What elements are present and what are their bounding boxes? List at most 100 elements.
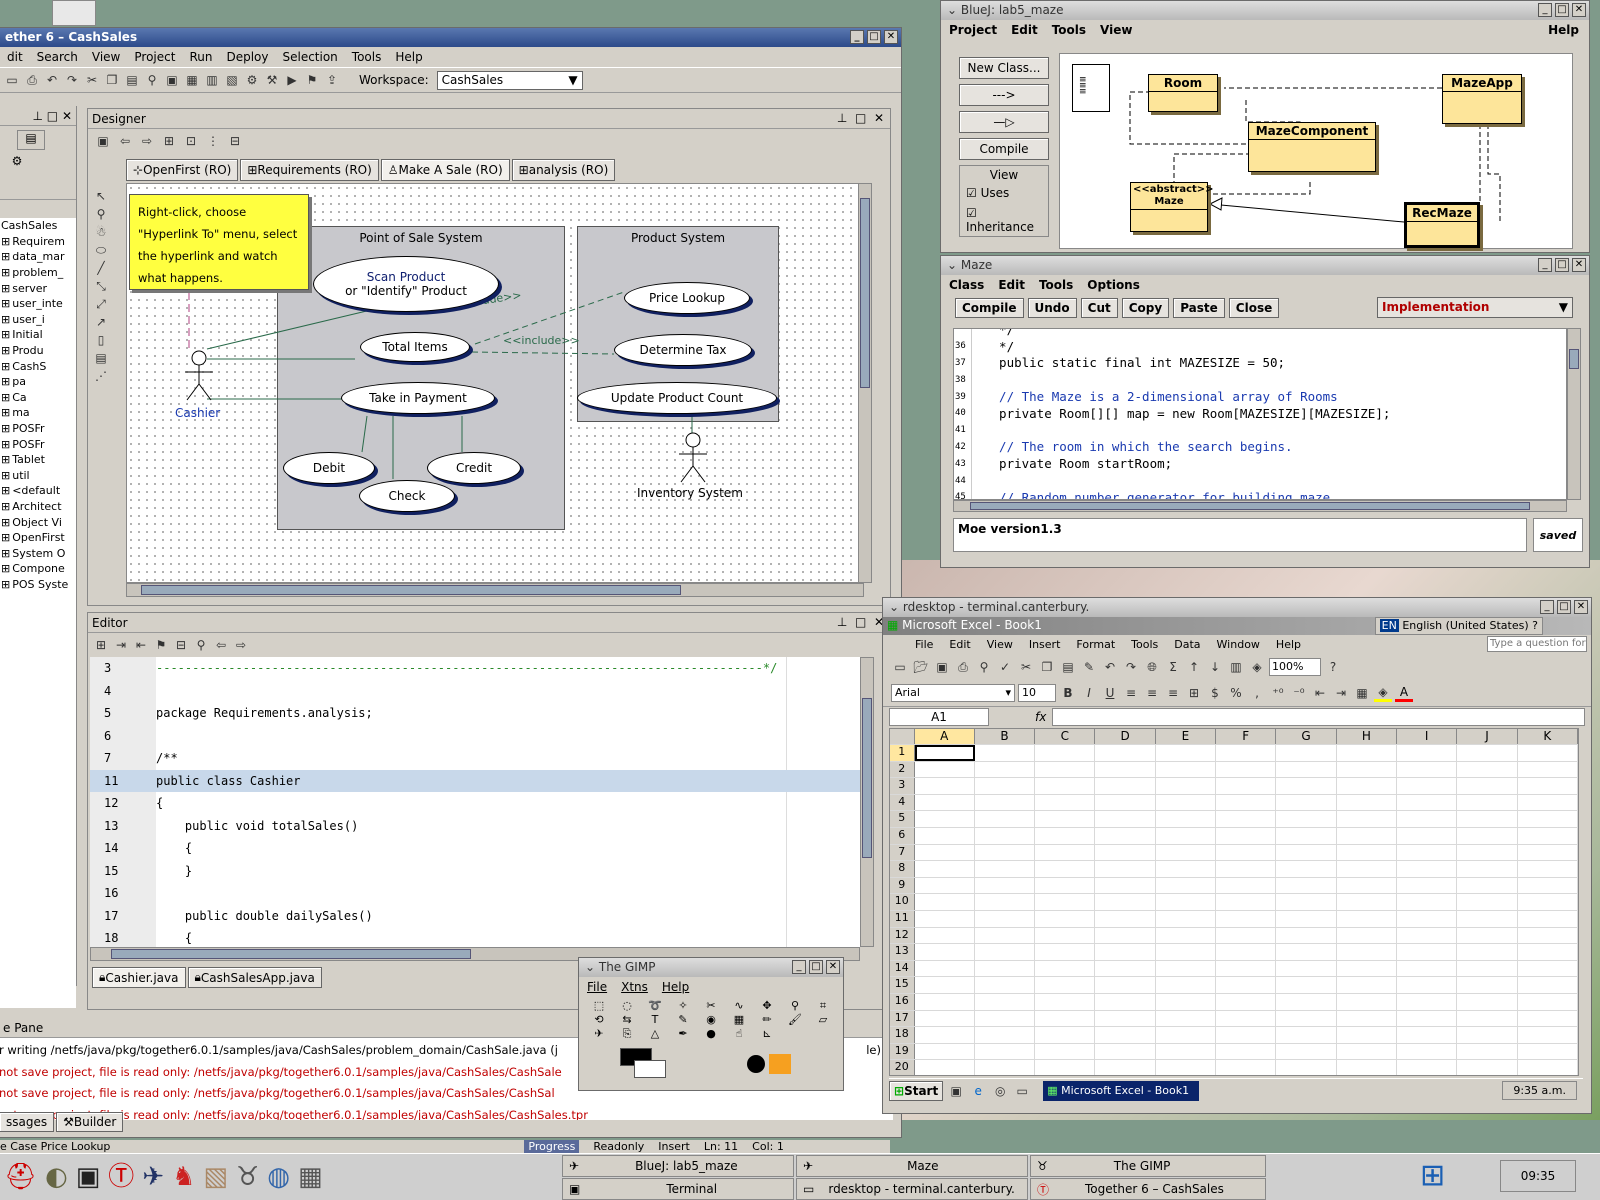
tree-item[interactable]: ⊞ data_mar — [1, 249, 76, 265]
forward-icon[interactable]: ⇨ — [138, 132, 156, 150]
cell[interactable] — [975, 1027, 1036, 1043]
designer-vscrollbar[interactable] — [858, 183, 872, 583]
cell[interactable] — [1397, 1010, 1458, 1027]
cell[interactable] — [1457, 977, 1518, 993]
bluej-icon[interactable]: ✈ — [142, 1158, 164, 1196]
spelling-icon[interactable]: ✓ — [996, 658, 1014, 676]
minimize-icon[interactable]: _ — [1538, 258, 1552, 272]
cell[interactable] — [1518, 977, 1578, 993]
maze-vscrollbar[interactable] — [1567, 328, 1581, 500]
cell[interactable] — [1035, 778, 1096, 794]
cell[interactable] — [1035, 745, 1096, 761]
row-header[interactable]: 1 — [890, 745, 915, 761]
cell[interactable] — [915, 1010, 975, 1027]
tab-make-a-sale[interactable]: ♙ Make A Sale (RO) — [380, 159, 510, 181]
maximize-icon[interactable]: □ — [855, 111, 866, 125]
italic-icon[interactable]: I — [1080, 684, 1098, 702]
code-line[interactable]: 42 // The room in which the search begin… — [954, 439, 1566, 456]
borders-icon[interactable]: ▦ — [1353, 684, 1371, 702]
menu-tools[interactable]: Tools — [1052, 23, 1086, 37]
cell[interactable] — [1518, 960, 1578, 977]
task-bluej[interactable]: ✈ BlueJ: lab5_maze — [562, 1155, 794, 1177]
code-line[interactable]: 14 { — [90, 837, 860, 860]
task-rdesktop[interactable]: ▭ rdesktop - terminal.canterbury. — [796, 1178, 1028, 1200]
cell[interactable] — [1095, 993, 1156, 1010]
cell[interactable] — [1518, 993, 1578, 1010]
cell[interactable] — [1276, 778, 1337, 794]
cell[interactable] — [1337, 1060, 1398, 1075]
cell[interactable] — [1156, 910, 1217, 927]
cell[interactable] — [1216, 877, 1277, 894]
brush-preview[interactable] — [746, 1047, 803, 1081]
cell[interactable] — [1095, 927, 1156, 944]
close-icon[interactable]: ✕ — [62, 109, 72, 123]
tab-analysis[interactable]: ⊞ analysis (RO) — [511, 159, 616, 181]
code-line[interactable]: 5 package Requirements.analysis; — [90, 702, 860, 725]
use-case-determine-tax[interactable]: Determine Tax — [614, 334, 752, 366]
cell[interactable] — [1216, 977, 1277, 993]
code-line[interactable]: 45 // Random number generator for buildi… — [954, 489, 1566, 499]
menu-view[interactable]: View — [1100, 23, 1132, 37]
cell[interactable] — [1518, 794, 1578, 811]
row-header[interactable]: 5 — [890, 811, 915, 827]
code-line[interactable]: 6 — [90, 725, 860, 748]
workspace-select[interactable]: CashSales ▼ — [436, 70, 583, 90]
cell[interactable] — [975, 761, 1036, 778]
system-icon[interactable]: ▯ — [92, 331, 110, 349]
pin-icon[interactable]: ⊥ — [837, 615, 847, 629]
cell[interactable] — [1095, 894, 1156, 910]
tree-item[interactable]: ⊞ problem_ — [1, 265, 76, 281]
tree-item[interactable]: ⊞ <default — [1, 483, 76, 499]
code-line[interactable]: 37 public static final int MAZESIZE = 50… — [954, 355, 1566, 372]
cell[interactable] — [1518, 761, 1578, 778]
bluej-titlebar[interactable]: ⌄ BlueJ: lab5_maze _ □ ✕ — [941, 1, 1589, 20]
paste-icon[interactable]: ▤ — [1059, 658, 1077, 676]
cell[interactable] — [1035, 877, 1096, 894]
underline-icon[interactable]: U — [1101, 684, 1119, 702]
cell[interactable] — [1216, 927, 1277, 944]
row-header[interactable]: 18 — [890, 1027, 915, 1043]
cell[interactable] — [1216, 861, 1277, 877]
help-icon[interactable]: ? — [1324, 658, 1342, 676]
cell[interactable] — [1397, 1060, 1458, 1075]
cell[interactable] — [1457, 861, 1518, 877]
tab-openfirst[interactable]: ⊹ OpenFirst (RO) — [126, 159, 239, 181]
cell[interactable] — [915, 910, 975, 927]
text-icon[interactable]: T — [641, 1013, 669, 1027]
cell[interactable] — [1095, 977, 1156, 993]
drawing-icon[interactable]: ◈ — [1248, 658, 1266, 676]
picker-icon[interactable]: ✎ — [669, 1013, 697, 1027]
scroll-thumb[interactable] — [970, 502, 1530, 510]
chart-icon[interactable]: ▥ — [1227, 658, 1245, 676]
pin-icon[interactable]: ⊥ — [837, 111, 847, 125]
copy-icon[interactable]: ❐ — [1038, 658, 1056, 676]
actor-icon[interactable]: ☃ — [92, 223, 110, 241]
close-icon[interactable]: ✕ — [1574, 600, 1588, 614]
tree-item[interactable]: ⊞ user_inte — [1, 296, 76, 312]
cell[interactable] — [1156, 745, 1217, 761]
language-bar[interactable]: EN English (United States) ? — [1374, 617, 1543, 635]
cell[interactable] — [1397, 827, 1458, 844]
magnify-icon[interactable]: ⚲ — [781, 999, 809, 1013]
cell[interactable] — [915, 1043, 975, 1060]
class-room[interactable]: Room — [1148, 74, 1218, 112]
cell[interactable] — [975, 794, 1036, 811]
row-header[interactable]: 4 — [890, 794, 915, 811]
cell[interactable] — [975, 910, 1036, 927]
task-terminal[interactable]: ▣ Terminal — [562, 1178, 794, 1200]
cell[interactable] — [1035, 794, 1096, 811]
tab-messages[interactable]: ssages — [0, 1112, 55, 1132]
scroll-thumb[interactable] — [111, 949, 471, 959]
desktop-icon[interactable]: ▣ — [947, 1082, 965, 1100]
code-line[interactable]: 36 */ — [954, 338, 1566, 355]
use-case-take-in-payment[interactable]: Take in Payment — [341, 382, 495, 414]
row-header[interactable]: 6 — [890, 827, 915, 844]
inheritance-checkbox[interactable]: ☑ Inheritance — [966, 206, 1042, 234]
bucket-icon[interactable]: ◉ — [697, 1013, 725, 1027]
scroll-thumb[interactable] — [860, 198, 870, 388]
format-icon[interactable]: ⊞ — [92, 636, 110, 654]
tree-item[interactable]: ⊞ Requirem — [1, 234, 76, 250]
dodge-icon[interactable]: ● — [697, 1027, 725, 1041]
row-header[interactable]: 14 — [890, 960, 915, 977]
cell[interactable] — [1397, 927, 1458, 944]
